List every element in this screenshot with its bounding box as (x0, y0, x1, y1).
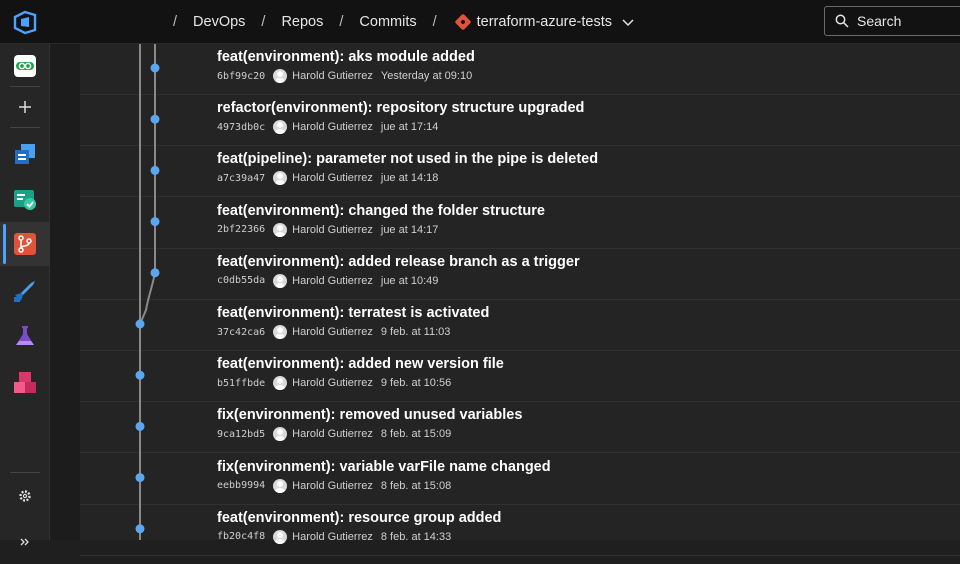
commit-node[interactable] (135, 473, 145, 483)
commit-hash[interactable]: 6bf99c20 (217, 71, 265, 82)
commit-hash[interactable]: b51ffbde (217, 378, 265, 389)
commit-author: Harold Gutierrez (292, 530, 373, 543)
commit-author: Harold Gutierrez (292, 70, 373, 82)
commit-row[interactable] (80, 44, 960, 95)
commit-row[interactable] (80, 351, 960, 403)
commit-meta: 9ca12bd5 Harold Gutierrez 8 feb. at 15:09 (217, 427, 452, 442)
search-icon (835, 14, 849, 28)
commit-row[interactable] (80, 505, 960, 556)
commit-hash[interactable]: 37c42ca6 (217, 327, 265, 338)
top-bar: / DevOps / Repos / Commits / terraform-a… (0, 0, 960, 44)
commit-author: Harold Gutierrez (292, 479, 373, 492)
commit-message[interactable]: feat(environment): added release branch … (217, 254, 580, 270)
breadcrumb: / DevOps / Repos / Commits / terraform-a… (165, 0, 634, 44)
breadcrumb-devops[interactable]: DevOps (193, 14, 245, 30)
graph-line-merge (139, 272, 156, 325)
avatar (273, 171, 288, 186)
commit-node[interactable] (135, 319, 145, 329)
commit-hash[interactable]: a7c39a47 (217, 173, 265, 184)
commit-date: jue at 14:17 (380, 223, 439, 236)
avatar (273, 69, 288, 83)
commit-message[interactable]: feat(environment): terratest is activate… (217, 305, 489, 321)
commit-date: jue at 10:49 (380, 274, 439, 287)
azure-devops-logo[interactable] (12, 9, 38, 35)
commit-node[interactable] (150, 268, 160, 278)
commit-date: 8 feb. at 14:33 (380, 530, 452, 543)
commit-node[interactable] (150, 165, 160, 175)
chevron-down-icon[interactable] (622, 16, 634, 28)
commit-message[interactable]: fix(environment): removed unused variabl… (217, 407, 522, 423)
commit-hash[interactable]: c0db55da (217, 275, 265, 286)
commit-author: Harold Gutierrez (292, 121, 373, 134)
commit-date: 8 feb. at 15:09 (380, 428, 452, 441)
commit-date: 9 feb. at 10:56 (380, 377, 452, 390)
commit-hash[interactable]: 9ca12bd5 (217, 429, 265, 440)
commit-meta: fb20c4f8 Harold Gutierrez 8 feb. at 14:33 (217, 529, 452, 544)
commit-author: Harold Gutierrez (292, 223, 373, 236)
git-repo-icon (454, 13, 472, 31)
commit-meta: 2bf22366 Harold Gutierrez jue at 14:17 (217, 222, 439, 237)
commit-author: Harold Gutierrez (292, 377, 373, 390)
avatar (273, 120, 288, 135)
commit-graph (135, 44, 160, 540)
commit-message[interactable]: feat(environment): added new version fil… (217, 356, 504, 372)
commit-hash[interactable]: eebb9994 (217, 480, 265, 491)
commit-date: 9 feb. at 11:03 (380, 326, 451, 338)
search-label: Search (857, 13, 902, 29)
breadcrumb-repos[interactable]: Repos (281, 14, 323, 30)
commit-node[interactable] (150, 114, 160, 124)
commit-message[interactable]: fix(environment): variable varFile name … (217, 459, 551, 475)
commit-node[interactable] (135, 421, 145, 431)
repo-selector[interactable]: terraform-azure-tests (477, 14, 612, 30)
commit-meta: 6bf99c20 Harold Gutierrez Yesterday at 09:… (217, 69, 472, 83)
commit-node[interactable] (135, 524, 145, 534)
commit-date: Yesterday at 09:10 (380, 70, 473, 82)
commit-message[interactable]: refactor(environment): repository struct… (217, 100, 584, 116)
commit-author: Harold Gutierrez (292, 428, 373, 441)
commit-hash[interactable]: 2bf22366 (217, 224, 265, 235)
commit-node[interactable] (150, 217, 160, 227)
commit-node[interactable] (150, 63, 160, 73)
commit-message[interactable]: feat(environment): changed the folder st… (217, 203, 545, 219)
avatar (273, 222, 288, 237)
commit-date: jue at 17:14 (380, 121, 439, 134)
avatar (273, 273, 288, 288)
avatar (273, 427, 288, 442)
commit-meta: c0db55da Harold Gutierrez jue at 10:49 (217, 273, 439, 288)
commit-message[interactable]: feat(environment): resource group added (217, 510, 501, 526)
commit-message[interactable]: feat(environment): aks module added (217, 49, 475, 65)
commit-meta: eebb9994 Harold Gutierrez 8 feb. at 15:08 (217, 478, 452, 493)
avatar (273, 325, 288, 339)
commit-hash[interactable]: 4973db0c (217, 122, 265, 133)
avatar (273, 376, 288, 391)
commit-date: 8 feb. at 15:08 (380, 479, 452, 492)
commit-meta: 4973db0c Harold Gutierrez jue at 17:14 (217, 120, 439, 135)
commit-date: jue at 14:18 (380, 172, 439, 185)
commit-author: Harold Gutierrez (292, 274, 373, 287)
commit-hash[interactable]: fb20c4f8 (217, 531, 265, 542)
commit-author: Harold Gutierrez (292, 172, 373, 185)
commit-node[interactable] (135, 370, 145, 380)
commit-message[interactable]: feat(pipeline): parameter not used in th… (217, 151, 598, 167)
commit-meta: a7c39a47 Harold Gutierrez jue at 14:18 (217, 171, 439, 186)
search-box[interactable]: Search (824, 6, 960, 36)
commit-meta: b51ffbde Harold Gutierrez 9 feb. at 10:56 (217, 376, 452, 391)
avatar (273, 478, 288, 493)
avatar (273, 529, 288, 544)
commit-row[interactable] (80, 300, 960, 351)
commit-meta: 37c42ca6 Harold Gutierrez 9 feb. at 11:03 (217, 325, 450, 339)
breadcrumb-commits[interactable]: Commits (359, 14, 416, 30)
commit-author: Harold Gutierrez (292, 326, 373, 338)
